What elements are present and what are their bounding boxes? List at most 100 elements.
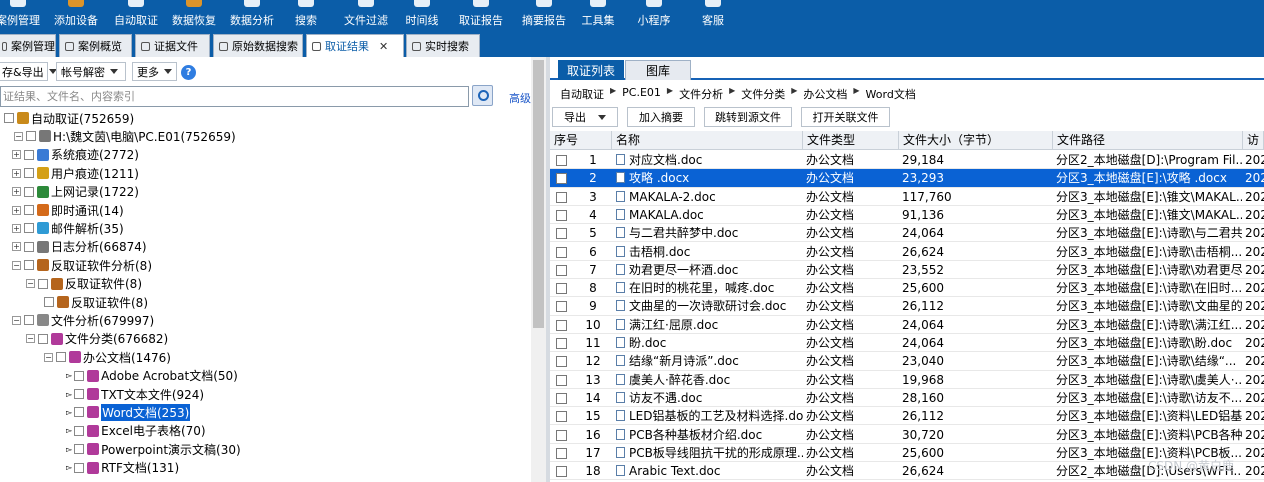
row-checkbox[interactable]	[556, 374, 567, 386]
toolbar-btn-10[interactable]: 工具集	[578, 0, 618, 32]
expand-toggle-icon[interactable]: +	[12, 168, 21, 178]
breadcrumb-item[interactable]: 文件分析	[679, 86, 723, 102]
tab-1[interactable]: 案例概览	[59, 34, 132, 57]
search-input[interactable]: 证结果、文件名、内容索引	[0, 86, 469, 107]
tree-checkbox[interactable]	[38, 333, 48, 344]
expand-toggle-icon[interactable]: +	[12, 223, 21, 233]
tree-node[interactable]: − 办公文档(1476)	[44, 348, 171, 366]
tree-node[interactable]: + 用户痕迹(1211)	[12, 164, 139, 182]
row-checkbox[interactable]	[556, 411, 567, 423]
tab-3[interactable]: 原始数据搜索	[213, 34, 303, 57]
row-checkbox[interactable]	[556, 301, 567, 313]
tree-checkbox[interactable]	[24, 315, 34, 326]
row-checkbox[interactable]	[556, 429, 567, 441]
breadcrumb-item[interactable]: 文件分类	[741, 86, 785, 102]
column-header[interactable]: 序号	[550, 131, 612, 150]
scrollbar-thumb[interactable]	[533, 60, 544, 328]
tree-checkbox[interactable]	[74, 370, 85, 381]
tree-node[interactable]: + 系统痕迹(2772)	[12, 146, 139, 164]
table-row[interactable]: 16 PCB各种基板材介绍.doc 办公文档 30,720 分区3_本地磁盘[E]:\资…	[550, 426, 1264, 444]
breadcrumb-item[interactable]: Word文档	[866, 86, 916, 102]
table-row[interactable]: 14 访友不遇.doc 办公文档 28,160 分区3_本地磁盘[E]:\诗歌\访友不.…	[550, 389, 1264, 408]
tree-node[interactable]: − H:\魏文茵\电脑\PC.E01(752659)	[14, 127, 236, 145]
search-button[interactable]	[472, 85, 493, 106]
table-row[interactable]: 15 LED铝基板的工艺及材料选择.doc 办公文档 26,112 分区3_本地磁盘[E…	[550, 407, 1264, 426]
row-checkbox[interactable]	[556, 392, 567, 404]
tree-node[interactable]: − 文件分类(676682)	[26, 330, 168, 348]
tree-node[interactable]: + 上网记录(1722)	[12, 183, 139, 201]
tree-checkbox[interactable]	[24, 149, 34, 160]
expand-toggle-icon[interactable]: −	[26, 334, 35, 344]
tree-checkbox[interactable]	[24, 205, 34, 215]
toolbar-btn-12[interactable]: 客服	[696, 0, 730, 32]
table-row[interactable]: 1 对应文档.doc 办公文档 29,184 分区2_本地磁盘[D]:\Program …	[550, 151, 1264, 170]
column-header[interactable]: 文件大小（字节）	[899, 131, 1053, 150]
tree-checkbox[interactable]	[56, 352, 66, 363]
tree-node[interactable]: ▻ Powerpoint演示文稿(30)	[66, 440, 241, 458]
decrypt-dropdown[interactable]: 帐号解密	[56, 62, 126, 81]
jump-source-button[interactable]: 跳转到源文件	[704, 107, 792, 127]
more-dropdown[interactable]: 更多	[132, 62, 177, 81]
export-button[interactable]: 导出	[552, 107, 618, 127]
expand-toggle-icon[interactable]: +	[12, 242, 21, 252]
table-row[interactable]: 11 盼.doc 办公文档 24,064 分区3_本地磁盘[E]:\诗歌\盼.doc 20…	[550, 334, 1264, 353]
column-header[interactable]: 文件类型	[803, 131, 899, 150]
tree-checkbox[interactable]	[38, 278, 48, 289]
tree-checkbox[interactable]	[24, 223, 34, 234]
tree-checkbox[interactable]	[74, 462, 85, 473]
tab-evidence-list[interactable]: 取证列表	[558, 60, 624, 80]
tree-checkbox[interactable]	[4, 113, 14, 123]
expand-toggle-icon[interactable]: +	[12, 150, 21, 160]
row-checkbox[interactable]	[556, 191, 567, 203]
tree-node[interactable]: + 即时通讯(14)	[12, 201, 124, 219]
table-row[interactable]: 7 劝君更尽一杯酒.doc 办公文档 23,552 分区3_本地磁盘[E]:\诗歌\劝君…	[550, 261, 1264, 280]
close-icon[interactable]: ✕	[379, 40, 388, 53]
tree-checkbox[interactable]	[24, 168, 34, 179]
toolbar-btn-2[interactable]: 自动取证	[111, 0, 161, 32]
row-checkbox[interactable]	[556, 466, 567, 478]
toolbar-btn-9[interactable]: 摘要报告	[515, 0, 573, 32]
row-checkbox[interactable]	[556, 155, 567, 166]
toolbar-btn-4[interactable]: 数据分析	[226, 0, 278, 32]
row-checkbox[interactable]	[556, 338, 567, 349]
tree-checkbox[interactable]	[74, 389, 85, 399]
expand-toggle-icon[interactable]: +	[12, 187, 21, 197]
tab-gallery[interactable]: 图库	[625, 60, 691, 80]
tree-node[interactable]: + 日志分析(66874)	[12, 238, 147, 256]
table-row[interactable]: 8 在旧时的桃花里，喊疼.doc 办公文档 25,600 分区3_本地磁盘[E]:\诗歌…	[550, 279, 1264, 298]
tree-node[interactable]: ▻ TXT文本文件(924)	[66, 385, 204, 403]
tab-2[interactable]: 证据文件	[135, 34, 210, 57]
tree-checkbox[interactable]	[74, 425, 85, 436]
advanced-search-link[interactable]: 高级	[509, 90, 531, 106]
tree-checkbox[interactable]	[24, 186, 34, 197]
table-row[interactable]: 12 结缘“新月诗派”.doc 办公文档 23,040 分区3_本地磁盘[E]:\诗歌\…	[550, 352, 1264, 371]
row-checkbox[interactable]	[556, 264, 567, 276]
table-row[interactable]: 5 与二君共醉梦中.doc 办公文档 24,064 分区3_本地磁盘[E]:\诗歌\与二…	[550, 224, 1264, 243]
toolbar-btn-1[interactable]: 添加设备	[50, 0, 102, 32]
tree-checkbox[interactable]	[74, 444, 85, 455]
tree-node[interactable]: − 文件分析(679997)	[12, 311, 154, 329]
export-dropdown[interactable]: 存&导出	[0, 62, 57, 81]
table-row[interactable]: 4 MAKALA.doc 办公文档 91,136 分区3_本地磁盘[E]:\锥文\MAK…	[550, 206, 1264, 225]
toolbar-btn-6[interactable]: 文件过滤	[343, 0, 389, 32]
expand-toggle-icon[interactable]: −	[12, 260, 21, 270]
tree-scrollbar[interactable]	[531, 57, 546, 482]
table-row[interactable]: 10 满江红·屈原.doc 办公文档 24,064 分区3_本地磁盘[E]:\诗歌\满江…	[550, 316, 1264, 334]
toolbar-btn-0[interactable]: 案例管理	[0, 0, 44, 32]
tree-node[interactable]: − 反取证软件分析(8)	[12, 256, 152, 274]
expand-toggle-icon[interactable]: −	[14, 131, 23, 141]
column-header[interactable]: 名称	[612, 131, 803, 150]
tree-node[interactable]: ▻ Adobe Acrobat文档(50)	[66, 367, 238, 385]
tree-node[interactable]: ▻ RTF文档(131)	[66, 459, 179, 477]
help-icon[interactable]: ?	[181, 65, 196, 80]
tree-node[interactable]: ▻ Word文档(253)	[66, 403, 191, 421]
expand-toggle-icon[interactable]: +	[12, 205, 21, 215]
toolbar-btn-7[interactable]: 时间线	[405, 0, 439, 32]
tab-0[interactable]: 案例管理	[0, 34, 56, 57]
tree-node[interactable]: + 邮件解析(35)	[12, 219, 124, 237]
tab-5[interactable]: 实时搜索	[406, 34, 480, 57]
breadcrumb-item[interactable]: PC.E01	[622, 86, 661, 102]
row-checkbox[interactable]	[556, 173, 567, 185]
row-checkbox[interactable]	[556, 356, 567, 368]
toolbar-btn-11[interactable]: 小程序	[634, 0, 674, 32]
